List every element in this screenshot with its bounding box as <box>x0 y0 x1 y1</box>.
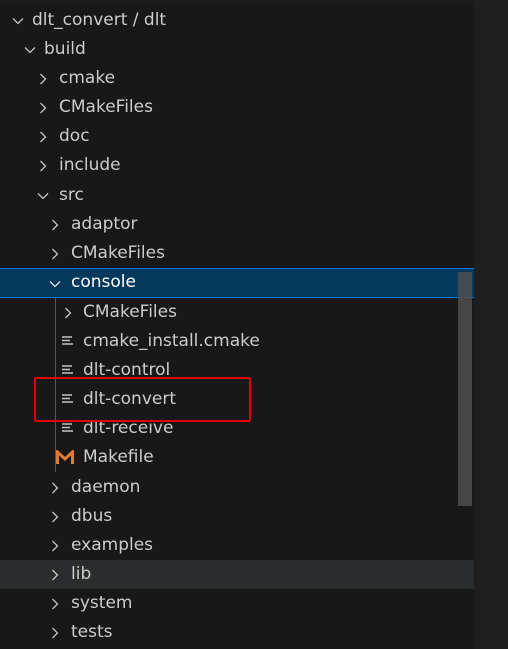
makefile-m-icon <box>56 443 76 472</box>
tree-item-examples[interactable]: examples <box>0 531 474 560</box>
tree-item-dbus[interactable]: dbus <box>0 502 474 531</box>
chevron-right-icon[interactable] <box>47 239 63 268</box>
tree-item-label: console <box>71 272 136 292</box>
chevron-down-icon[interactable] <box>35 181 51 210</box>
tree-item-doc[interactable]: doc <box>0 122 474 151</box>
chevron-down-icon[interactable] <box>47 269 63 298</box>
tree-item-label: src <box>59 185 84 205</box>
chevron-down-icon[interactable] <box>22 35 38 64</box>
tree-item-cmakefiles[interactable]: CMakeFiles <box>0 93 474 122</box>
tree-item-cmake[interactable]: cmake <box>0 64 474 93</box>
chevron-right-icon[interactable] <box>47 560 63 589</box>
tree-item-label: CMakeFiles <box>71 243 165 263</box>
tree-item-console[interactable]: console <box>0 268 474 298</box>
chevron-right-icon[interactable] <box>47 531 63 560</box>
tree-item-daemon[interactable]: daemon <box>0 473 474 502</box>
tree-item-label: dbus <box>71 506 113 526</box>
tree-item-label: build <box>44 39 86 59</box>
tree-item-src-cmakefiles[interactable]: CMakeFiles <box>0 239 474 268</box>
chevron-right-icon[interactable] <box>35 64 51 93</box>
chevron-right-icon[interactable] <box>35 93 51 122</box>
tree-item-label: system <box>71 593 133 613</box>
tree-item-include[interactable]: include <box>0 151 474 180</box>
vertical-scrollbar[interactable] <box>458 272 472 506</box>
tree-item-label: daemon <box>71 477 141 497</box>
chevron-right-icon[interactable] <box>47 589 63 618</box>
file-explorer: dlt_convert / dlt build cmake CMakeFiles… <box>0 0 474 649</box>
tree-item-label: dlt_convert / dlt <box>32 10 167 30</box>
chevron-right-icon[interactable] <box>60 298 76 327</box>
tree-item-label: Makefile <box>83 447 154 467</box>
chevron-right-icon[interactable] <box>47 473 63 502</box>
tree-item-label: cmake_install.cmake <box>83 331 260 351</box>
tree-item-lib[interactable]: lib <box>0 560 474 589</box>
tree-item-label: adaptor <box>71 214 138 234</box>
chevron-right-icon[interactable] <box>47 502 63 531</box>
chevron-right-icon[interactable] <box>35 122 51 151</box>
tree-item-system[interactable]: system <box>0 589 474 618</box>
tree-item-dlt-convert-root[interactable]: dlt_convert / dlt <box>0 6 474 35</box>
top-edge <box>0 0 474 4</box>
tree-item-src[interactable]: src <box>0 181 474 210</box>
tree-item-label: cmake <box>59 68 116 88</box>
tree-item-tests[interactable]: tests <box>0 618 474 647</box>
tree-item-label: include <box>59 155 121 175</box>
highlight-annotation-box <box>34 377 251 422</box>
tree-item-label: lib <box>71 564 92 584</box>
chevron-right-icon[interactable] <box>35 151 51 180</box>
tree-item-label: CMakeFiles <box>83 302 177 322</box>
tree-item-makefile[interactable]: Makefile <box>0 443 474 472</box>
chevron-down-icon[interactable] <box>10 6 26 35</box>
tree-item-label: doc <box>59 126 90 146</box>
tree-item-label: tests <box>71 622 113 642</box>
tree-item-label: examples <box>71 535 154 555</box>
chevron-right-icon[interactable] <box>47 210 63 239</box>
tree-item-adaptor[interactable]: adaptor <box>0 210 474 239</box>
editor-area-edge <box>474 0 508 649</box>
chevron-right-icon[interactable] <box>47 618 63 647</box>
tree-item-cmake-install[interactable]: cmake_install.cmake <box>0 327 474 356</box>
tree-item-build[interactable]: build <box>0 35 474 64</box>
lines-file-icon <box>60 327 76 356</box>
tree-item-label: CMakeFiles <box>59 97 153 117</box>
tree-item-console-cmakefiles[interactable]: CMakeFiles <box>0 298 474 327</box>
